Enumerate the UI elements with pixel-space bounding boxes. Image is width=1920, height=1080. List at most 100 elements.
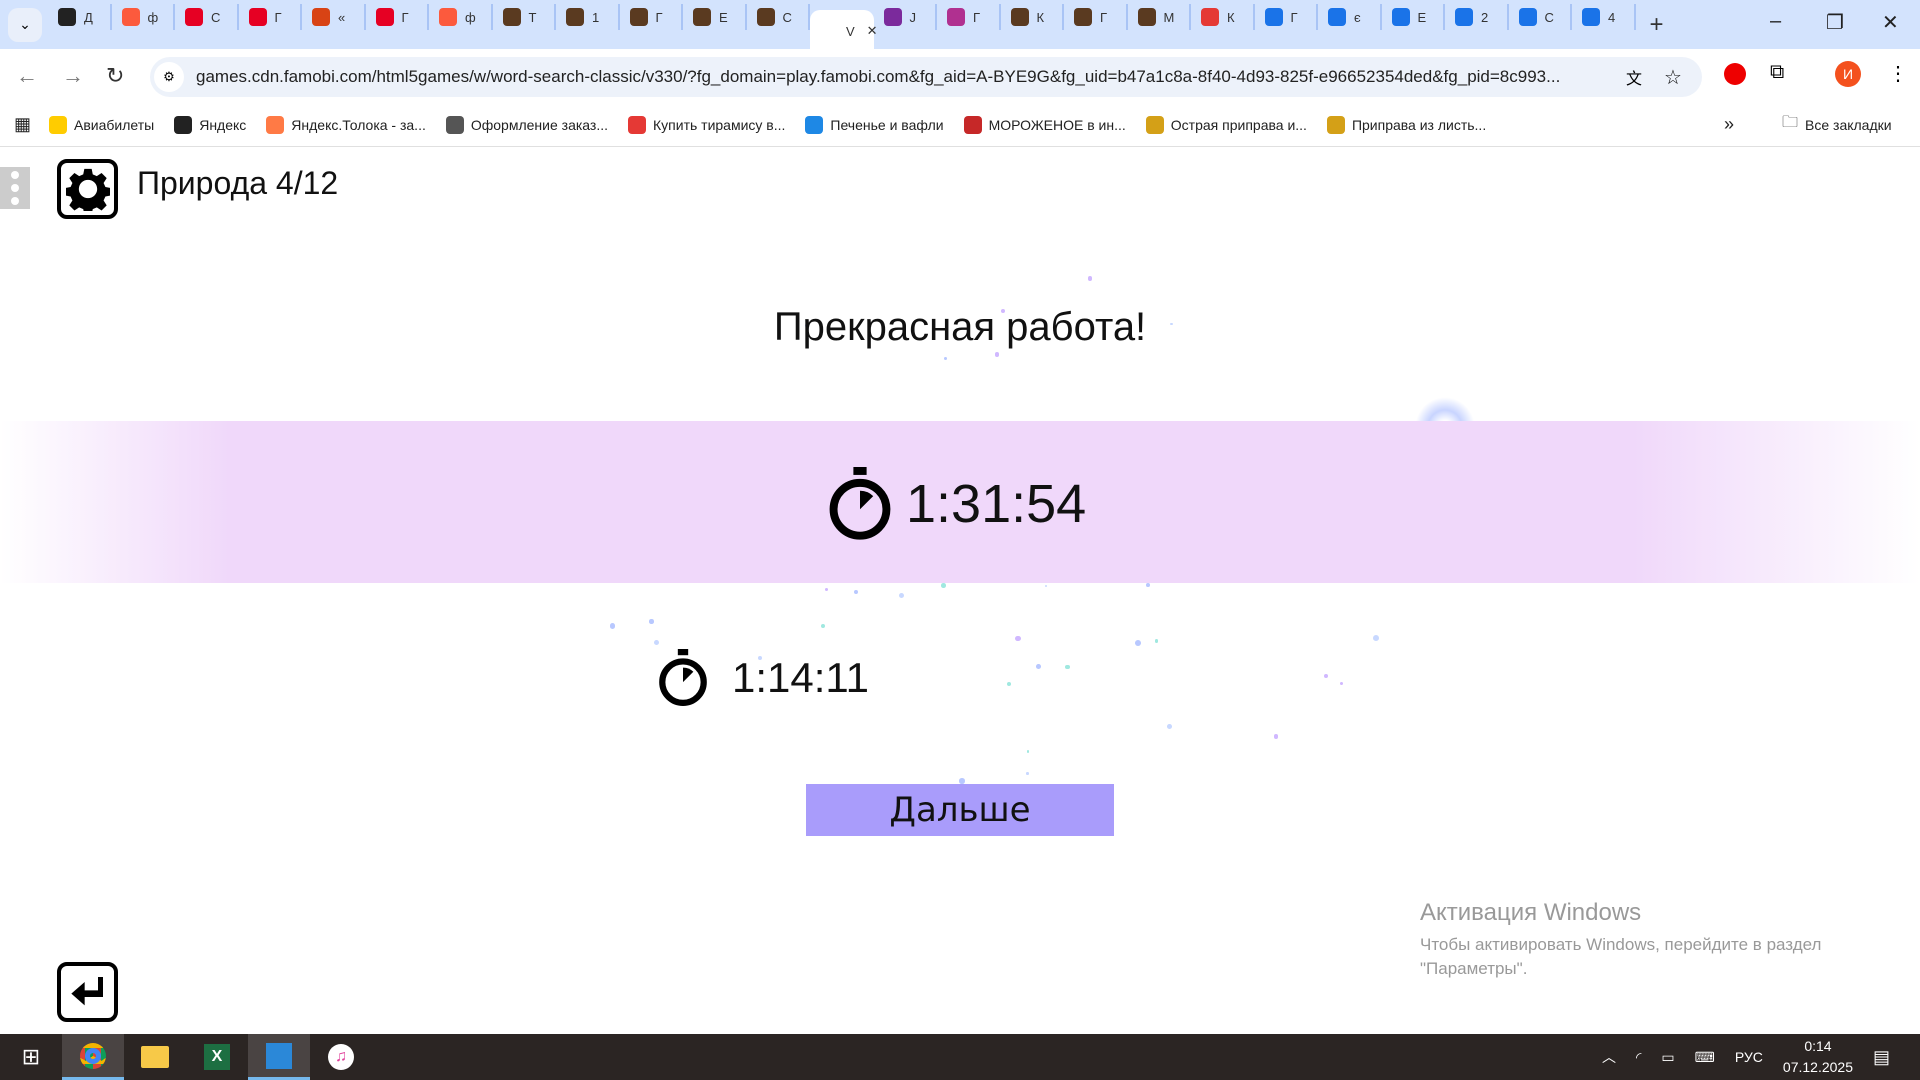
tab[interactable]: К xyxy=(1001,4,1064,30)
language-indicator[interactable]: РУС xyxy=(1735,1049,1763,1065)
tab[interactable]: ф xyxy=(112,4,175,30)
apps-icon[interactable]: ▦ xyxy=(14,114,31,135)
tab-favicon-icon xyxy=(1328,8,1346,26)
notifications-icon[interactable]: ▤ xyxy=(1873,1047,1890,1068)
new-tab-button[interactable]: + xyxy=(1650,11,1664,39)
tab[interactable]: Д xyxy=(48,4,112,30)
adblock-icon[interactable] xyxy=(1724,63,1746,85)
bookmark-item[interactable]: МОРОЖЕНОЕ в ин... xyxy=(963,115,1126,134)
tab[interactable]: є xyxy=(1318,4,1382,30)
tab[interactable]: Г xyxy=(366,4,429,30)
bookmark-label: МОРОЖЕНОЕ в ин... xyxy=(988,116,1126,133)
watermark-text: Чтобы активировать Windows, перейдите в … xyxy=(1420,935,1822,978)
sparkle xyxy=(1035,663,1041,669)
side-menu-button[interactable] xyxy=(0,167,30,209)
tab[interactable]: 2 xyxy=(1445,4,1509,30)
tab[interactable]: С xyxy=(1509,4,1572,30)
taskbar-explorer[interactable] xyxy=(124,1034,186,1080)
tab-favicon-icon xyxy=(629,8,648,26)
tab[interactable]: Г xyxy=(937,4,1001,30)
tab[interactable]: Г xyxy=(1255,4,1318,30)
sparkle xyxy=(853,589,858,594)
chevron-down-icon: ⌄ xyxy=(19,16,31,32)
sparkle xyxy=(1065,665,1070,670)
sparkle xyxy=(609,623,616,629)
bookmark-star-icon[interactable]: ☆ xyxy=(1664,65,1682,90)
tab[interactable]: Е xyxy=(1382,4,1445,30)
tab[interactable]: Г xyxy=(620,4,683,30)
tab[interactable]: Г xyxy=(239,4,302,30)
tab[interactable]: V ✕ xyxy=(810,10,878,52)
taskbar-itunes[interactable]: ♫ xyxy=(310,1034,372,1080)
show-hidden-icons[interactable]: ︿ xyxy=(1602,1047,1616,1067)
tab[interactable]: Е xyxy=(683,4,747,30)
bookmark-favicon-icon xyxy=(963,115,982,134)
next-button[interactable]: Дальше xyxy=(806,784,1114,836)
minimize-button[interactable]: – xyxy=(1770,10,1781,33)
bookmark-item[interactable]: Яндекс.Толока - за... xyxy=(266,115,426,134)
start-button[interactable]: ⊞ xyxy=(0,1034,62,1080)
close-window-button[interactable]: ✕ xyxy=(1882,10,1899,35)
taskbar-chrome[interactable] xyxy=(62,1034,124,1080)
tab[interactable]: Г xyxy=(1064,4,1128,30)
tab-favicon-icon xyxy=(1137,8,1156,26)
sparkle xyxy=(944,356,948,360)
bookmark-item[interactable]: Авиабилеты xyxy=(49,115,154,134)
battery-icon[interactable]: ▭ xyxy=(1661,1049,1674,1066)
taskbar-excel[interactable]: X xyxy=(186,1034,248,1080)
bookmark-item[interactable]: Приправа из листь... xyxy=(1326,115,1486,134)
tab[interactable]: М xyxy=(1128,4,1191,30)
back-to-menu-button[interactable] xyxy=(57,962,118,1022)
tab-search-button[interactable]: ⌄ xyxy=(8,7,42,42)
tab-title: Г xyxy=(1100,9,1108,25)
tab-favicon-icon xyxy=(1582,8,1600,26)
clock[interactable]: 0:14 07.12.2025 xyxy=(1783,1036,1853,1078)
tab[interactable]: 4 xyxy=(1572,4,1636,30)
bookmark-item[interactable]: Оформление заказ... xyxy=(445,115,608,134)
sparkle xyxy=(1273,734,1279,739)
bookmark-item[interactable]: Печенье и вафли xyxy=(805,115,944,134)
bookmark-item[interactable]: Острая приправа и... xyxy=(1145,115,1307,134)
extensions-icon[interactable]: ⧉ xyxy=(1770,61,1784,84)
keyboard-icon[interactable]: ⌨ xyxy=(1695,1049,1715,1066)
tab-strip: ⌄ Дф С Г « Гф Т 1 Г Е С V ✕ J Г К Г М К Гє Е 2 С 4 + – ❐ ✕ xyxy=(0,0,1920,52)
more-bookmarks-icon[interactable]: » xyxy=(1724,114,1734,135)
tab[interactable]: 1 xyxy=(556,4,620,30)
tab-title: М xyxy=(1163,9,1175,25)
forward-button[interactable]: → xyxy=(62,63,84,89)
current-time-value: 1:31:54 xyxy=(906,474,1087,534)
wifi-icon[interactable]: ◜ xyxy=(1636,1049,1641,1066)
all-bookmarks-button[interactable]: 🗀 Все закладки xyxy=(1782,111,1892,138)
tab-title: Г xyxy=(1290,9,1298,25)
settings-button[interactable] xyxy=(57,159,118,219)
url-text[interactable]: games.cdn.famobi.com/html5games/w/word-s… xyxy=(196,67,1606,87)
bookmark-item[interactable]: Купить тирамису в... xyxy=(628,115,785,134)
site-info-icon[interactable]: ⚙ xyxy=(154,62,184,92)
sparkle xyxy=(941,582,946,588)
tab[interactable]: J xyxy=(874,4,937,30)
profile-avatar[interactable]: И xyxy=(1835,61,1861,87)
bookmark-item[interactable]: Яндекс xyxy=(174,115,246,134)
bookmark-favicon-icon xyxy=(1145,115,1164,134)
reload-button[interactable]: ↻ xyxy=(106,63,124,89)
tab[interactable]: С xyxy=(747,4,810,30)
tab-title: J xyxy=(909,9,917,25)
tab-favicon-icon xyxy=(1455,8,1473,26)
tab-favicon-icon xyxy=(248,8,267,26)
tab-favicon-icon xyxy=(693,8,711,26)
sparkle xyxy=(1007,681,1012,686)
taskbar-photos[interactable] xyxy=(248,1034,310,1080)
back-button[interactable]: ← xyxy=(16,63,38,89)
translate-icon[interactable]: 文 xyxy=(1626,65,1642,89)
menu-icon[interactable]: ⋮ xyxy=(1888,61,1908,86)
bookmark-favicon-icon xyxy=(1326,115,1345,134)
tab[interactable]: С xyxy=(175,4,239,30)
tab[interactable]: Т xyxy=(493,4,556,30)
bookmark-favicon-icon xyxy=(266,115,285,134)
restore-button[interactable]: ❐ xyxy=(1826,10,1844,35)
tab[interactable]: К xyxy=(1191,4,1255,30)
tab[interactable]: « xyxy=(302,4,366,30)
tab[interactable]: ф xyxy=(429,4,493,30)
address-bar[interactable]: ⚙ games.cdn.famobi.com/html5games/w/word… xyxy=(150,57,1702,97)
tab-title: Г xyxy=(274,9,282,25)
